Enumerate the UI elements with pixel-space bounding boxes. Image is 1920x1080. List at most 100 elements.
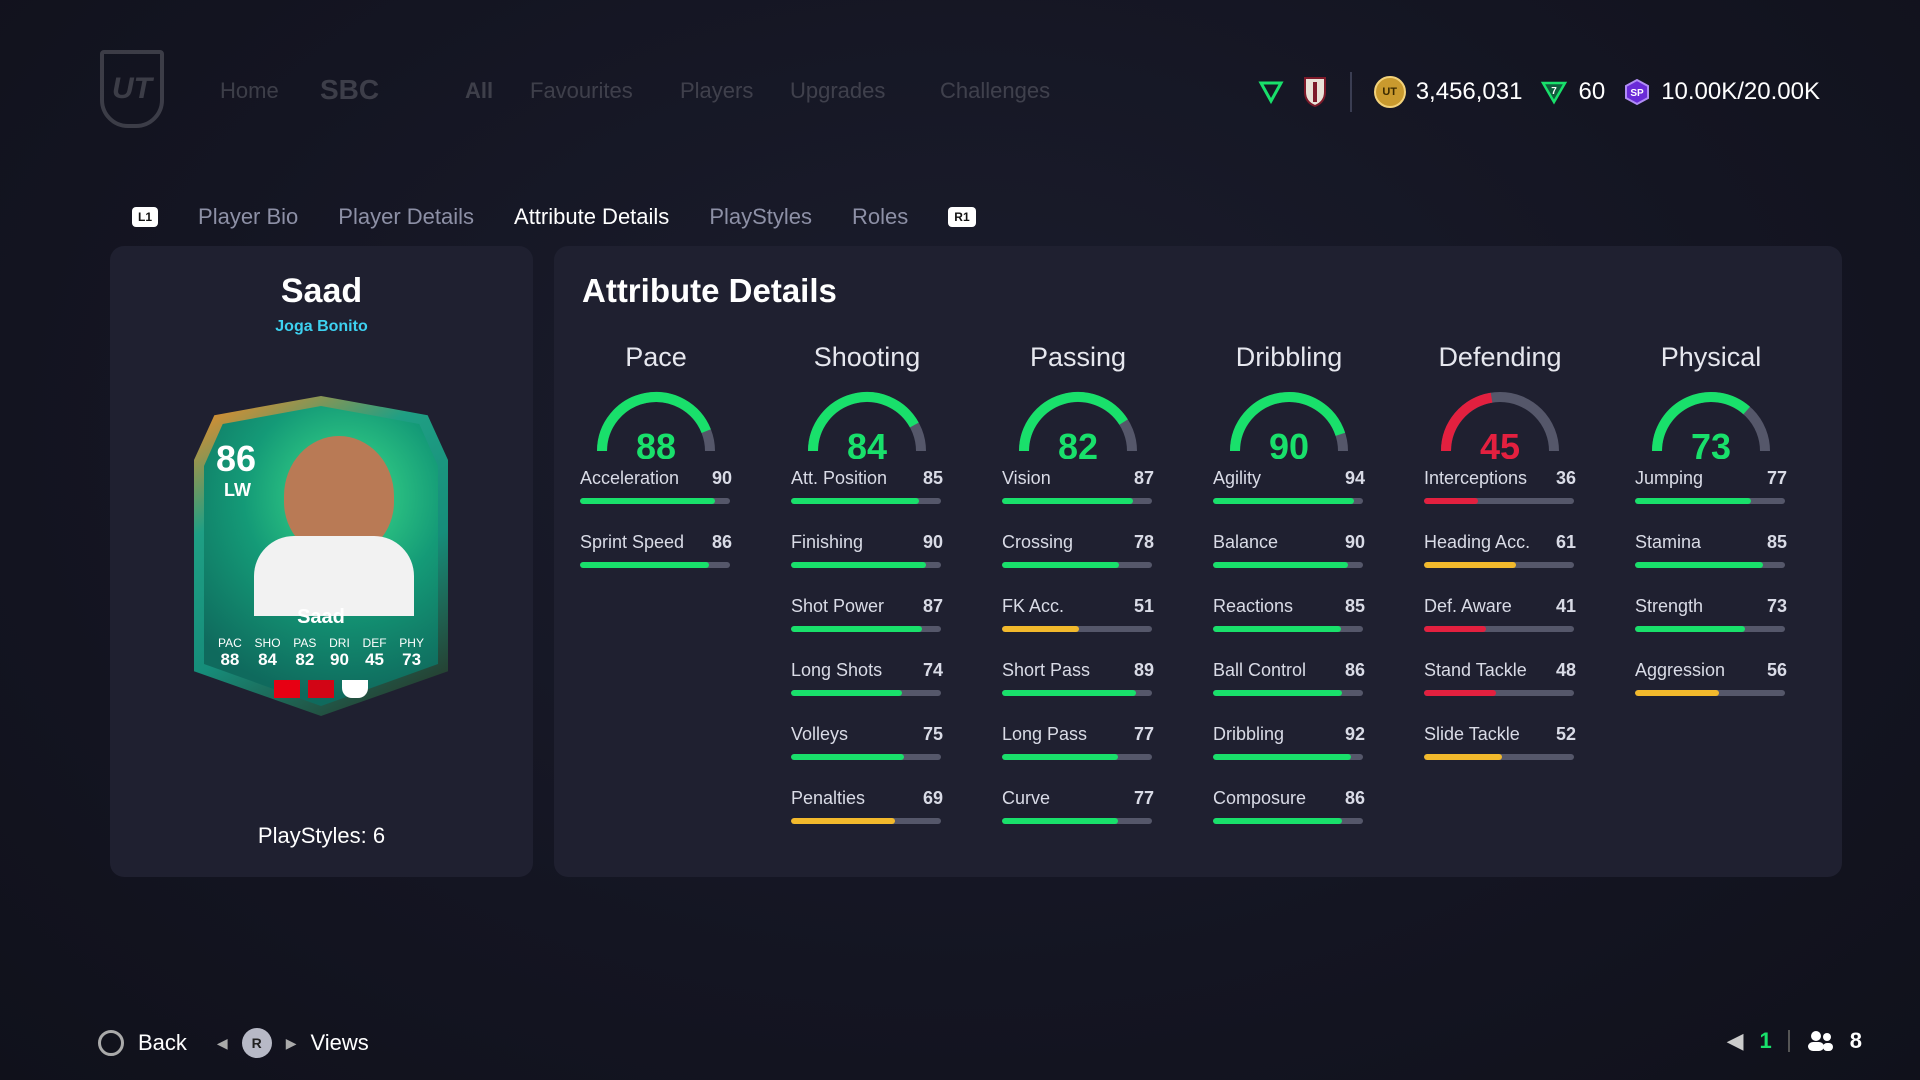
attribute-bar-fill	[1213, 754, 1351, 760]
attribute-bar	[1635, 690, 1785, 696]
attribute-bar	[791, 626, 941, 632]
attribute-value: 61	[1555, 532, 1576, 552]
attribute-value: 90	[922, 532, 943, 552]
attribute-value: 48	[1555, 660, 1576, 680]
l1-button-icon[interactable]: L1	[132, 207, 159, 227]
attribute-bar	[791, 754, 941, 760]
attribute-value: 52	[1555, 724, 1576, 744]
attribute-label: Acceleration	[580, 468, 680, 488]
player-tabs: L1 Player Bio Player Details Attribute D…	[132, 204, 976, 230]
player-card: 86 LW Saad PAC 88 SHO 84 PAS 82 DRI 90 DEF 45…	[194, 396, 448, 716]
attribute-value: 36	[1555, 468, 1576, 488]
attribute-bar	[1213, 562, 1363, 568]
card-player-name: Saad	[297, 606, 345, 628]
attribute-agility: Agility 94	[1213, 468, 1365, 504]
attribute-label: Balance	[1213, 532, 1279, 552]
back-label[interactable]: Back	[138, 1030, 187, 1056]
category-value: 45	[1480, 426, 1520, 459]
tab-attribute-details[interactable]: Attribute Details	[514, 204, 669, 230]
category-value: 90	[1269, 426, 1309, 459]
attribute-column-passing: Passing 82 Vision 87 Crossing 78 FK Acc. 51 Shor…	[1002, 342, 1154, 824]
attribute-column-defending: Defending 45 Interceptions 36 Heading Acc. 61…	[1424, 342, 1576, 760]
attribute-label: FK Acc.	[1002, 596, 1065, 616]
attribute-curve: Curve 77	[1002, 788, 1154, 824]
attribute-value: 86	[1344, 660, 1365, 680]
attribute-bar-fill	[1635, 562, 1763, 568]
attribute-value: 90	[711, 468, 732, 488]
card-stat-def: DEF 45	[362, 636, 387, 669]
chevron-left-icon: ◀	[216, 1034, 228, 1051]
views-label[interactable]: Views	[310, 1030, 368, 1056]
attribute-long-pass: Long Pass 77	[1002, 724, 1154, 760]
tab-player-bio[interactable]: Player Bio	[198, 204, 298, 230]
attribute-label: Dribbling	[1213, 724, 1285, 744]
attribute-bar	[1213, 818, 1363, 824]
attribute-short-pass: Short Pass 89	[1002, 660, 1154, 696]
attribute-bar	[1213, 754, 1363, 760]
bg-nav-upgrades: Upgrades	[790, 78, 886, 103]
attribute-label: Ball Control	[1213, 660, 1307, 680]
attribute-label: Jumping	[1635, 468, 1704, 488]
attribute-bar	[791, 690, 941, 696]
attribute-bar	[1635, 626, 1785, 632]
attribute-value: 75	[922, 724, 943, 744]
attribute-value: 41	[1555, 596, 1576, 616]
coins-value: 3,456,031	[1415, 78, 1523, 105]
attribute-bar	[1213, 690, 1363, 696]
category-value: 82	[1058, 426, 1098, 459]
card-position: LW	[224, 480, 251, 500]
attribute-fk-acc: FK Acc. 51	[1002, 596, 1154, 632]
category-name: Defending	[1438, 342, 1562, 372]
attribute-label: Agility	[1213, 468, 1262, 488]
attribute-shot-power: Shot Power 87	[791, 596, 943, 632]
r-stick-icon[interactable]: R	[241, 1028, 272, 1058]
attribute-label: Finishing	[791, 532, 864, 552]
attribute-label: Crossing	[1002, 532, 1074, 552]
attribute-bar	[1002, 626, 1152, 632]
ut-logo: UT	[100, 50, 164, 128]
tab-player-details[interactable]: Player Details	[338, 204, 474, 230]
category-name: Pace	[625, 342, 687, 372]
attribute-label: Def. Aware	[1424, 596, 1512, 616]
attribute-bar	[1002, 498, 1152, 504]
attribute-value: 85	[922, 468, 943, 488]
attribute-bar-fill	[1002, 754, 1118, 760]
category-name: Dribbling	[1235, 342, 1343, 372]
attribute-value: 77	[1766, 468, 1787, 488]
attribute-label: Short Pass	[1002, 660, 1091, 680]
category-name: Passing	[1029, 342, 1127, 372]
attribute-label: Shot Power	[791, 596, 885, 616]
attribute-bar-fill	[1213, 690, 1342, 696]
r1-button-icon[interactable]: R1	[948, 207, 976, 227]
attribute-bar	[1213, 626, 1363, 632]
attribute-bar	[1424, 754, 1574, 760]
attribute-bar-fill	[1213, 498, 1354, 504]
attribute-bar	[1002, 754, 1152, 760]
attribute-bar-fill	[791, 498, 919, 504]
circle-button-icon[interactable]	[98, 1030, 124, 1056]
bg-nav-all: All	[465, 78, 494, 103]
card-flags	[194, 680, 448, 698]
currency-bar: UT 3,456,031 7 60 SP 10.00K/20.00K	[1258, 72, 1820, 112]
category-value: 73	[1691, 426, 1731, 459]
attribute-bar-fill	[1002, 498, 1133, 504]
attribute-bar-fill	[791, 818, 895, 824]
category-gauge: 73	[1652, 392, 1770, 459]
attribute-bar-fill	[1002, 626, 1079, 632]
attribute-bar-fill	[580, 498, 715, 504]
category-value: 88	[636, 426, 676, 459]
attribute-label: Vision	[1002, 468, 1051, 488]
sp-balance: SP 10.00K/20.00K	[1623, 78, 1820, 106]
attribute-bar-fill	[1213, 818, 1342, 824]
attribute-reactions: Reactions 85	[1213, 596, 1365, 632]
club-crest-icon	[1303, 77, 1326, 108]
attribute-def-aware: Def. Aware 41	[1424, 596, 1576, 632]
tab-roles[interactable]: Roles	[852, 204, 908, 230]
attribute-bar	[1424, 498, 1574, 504]
attribute-details-panel: Attribute Details Pace 88 Acceleration 90 Sp…	[554, 246, 1842, 877]
attribute-label: Strength	[1635, 596, 1704, 616]
bg-nav-sbc: SBC	[320, 74, 380, 105]
attribute-label: Long Pass	[1002, 724, 1088, 744]
tab-playstyles[interactable]: PlayStyles	[709, 204, 812, 230]
card-stat-phy: PHY 73	[399, 636, 424, 669]
